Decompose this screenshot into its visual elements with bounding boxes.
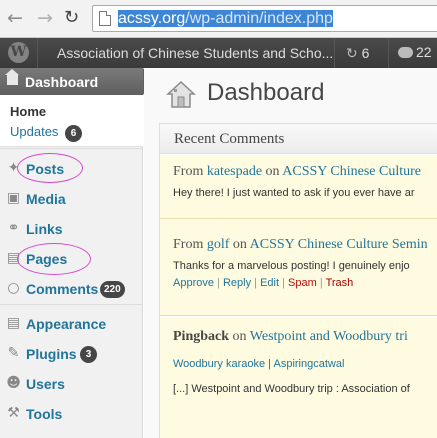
menu-comments[interactable]: ○ Comments 220 bbox=[0, 276, 143, 304]
wordpress-logo-icon[interactable]: W bbox=[8, 42, 29, 63]
reload-icon[interactable]: ↻ bbox=[64, 8, 79, 28]
comment-item: From golf on ACSSY Chinese Culture Semin… bbox=[160, 220, 437, 316]
menu-links[interactable]: ⚭ Links bbox=[0, 216, 143, 244]
submenu-updates[interactable]: Updates 6 bbox=[10, 124, 83, 142]
users-icon: ☻ bbox=[6, 375, 21, 391]
reply-link[interactable]: Reply bbox=[223, 277, 251, 289]
action-separator: | bbox=[217, 277, 220, 289]
menu-media[interactable]: ▣ Media bbox=[0, 186, 143, 214]
plugins-count-badge: 3 bbox=[80, 346, 97, 363]
menu-users-label: Users bbox=[26, 376, 65, 392]
menu-appearance[interactable]: ▤ Appearance bbox=[0, 311, 143, 339]
updates-count-badge: 6 bbox=[65, 125, 83, 142]
comment-on: on bbox=[265, 164, 280, 179]
comment-post-link[interactable]: Westpoint and Woodbury tri bbox=[250, 329, 408, 344]
menu-tools-label: Tools bbox=[26, 406, 63, 422]
recent-comments-widget: Recent Comments From katespade on ACSSY … bbox=[159, 123, 437, 438]
widget-title: Recent Comments bbox=[174, 131, 285, 147]
comment-post-link[interactable]: ACSSY Chinese Culture Semin bbox=[250, 237, 428, 252]
comment-from: From bbox=[173, 237, 204, 252]
plugins-icon: ✎ bbox=[7, 345, 20, 361]
comment-excerpt: Thanks for a marvelous posting! I genuin… bbox=[173, 260, 410, 272]
admin-sidebar: Dashboard Home Updates 6 ✦ Posts ▣ Media… bbox=[0, 68, 143, 438]
page-icon bbox=[99, 11, 111, 26]
comment-post-link[interactable]: ACSSY Chinese Culture bbox=[282, 164, 421, 179]
menu-separator bbox=[0, 304, 143, 305]
comment-on: on bbox=[232, 329, 247, 344]
comment-excerpt: [...] Westpoint and Woodbury trip : Asso… bbox=[173, 383, 410, 395]
menu-appearance-label: Appearance bbox=[26, 316, 107, 332]
comment-from: From bbox=[173, 164, 204, 179]
page-title: Dashboard bbox=[207, 79, 325, 106]
back-arrow-icon[interactable]: ← bbox=[7, 8, 23, 28]
trash-link[interactable]: Trash bbox=[326, 277, 354, 289]
url-path: /wp-admin/index.php bbox=[185, 10, 333, 27]
action-separator: | bbox=[282, 277, 285, 289]
divider bbox=[334, 38, 335, 68]
divider bbox=[37, 38, 38, 68]
action-separator: | bbox=[319, 277, 323, 289]
comment-item: From katespade on ACSSY Chinese Culture … bbox=[160, 155, 437, 219]
admin-bar-comments[interactable]: 22 bbox=[398, 44, 432, 60]
comment-row-actions: Approve | Reply | Edit | Spam | Trash bbox=[173, 277, 353, 289]
spam-link[interactable]: Spam bbox=[288, 277, 317, 289]
pingback-item: Pingback on Westpoint and Woodbury tri W… bbox=[160, 317, 437, 438]
admin-bar-updates[interactable]: ↻ 6 bbox=[346, 45, 369, 62]
menu-dashboard[interactable]: Dashboard bbox=[0, 68, 143, 95]
admin-bar: W Association of Chinese Students and Sc… bbox=[0, 38, 437, 68]
edit-link[interactable]: Edit bbox=[260, 277, 279, 289]
forward-arrow-icon[interactable]: → bbox=[37, 8, 53, 28]
action-separator: | bbox=[254, 277, 258, 289]
comment-author-link[interactable]: golf bbox=[207, 237, 230, 252]
menu-dashboard-label: Dashboard bbox=[25, 74, 99, 90]
menu-tools[interactable]: ⚒ Tools bbox=[0, 401, 143, 429]
approve-link[interactable]: Approve bbox=[173, 277, 214, 289]
media-icon: ▣ bbox=[6, 190, 21, 206]
menu-comments-label: Comments bbox=[26, 281, 99, 297]
comment-on: on bbox=[232, 237, 247, 252]
updates-count: 6 bbox=[361, 45, 370, 61]
dashboard-submenu: Home Updates 6 bbox=[0, 95, 143, 147]
pingback-meta: Pingback on Westpoint and Woodbury tri bbox=[173, 329, 408, 345]
comments-count: 22 bbox=[416, 44, 432, 60]
comments-icon: ○ bbox=[7, 280, 20, 296]
links-icon: ⚭ bbox=[7, 220, 20, 236]
menu-plugins[interactable]: ✎ Plugins 3 bbox=[0, 341, 143, 369]
menu-links-label: Links bbox=[26, 221, 63, 237]
menu-separator bbox=[0, 148, 143, 149]
comment-excerpt: Hey there! I just wanted to ask if you e… bbox=[173, 187, 415, 199]
appearance-icon: ▤ bbox=[6, 315, 21, 331]
house-icon bbox=[166, 80, 196, 108]
menu-media-label: Media bbox=[26, 191, 66, 207]
highlight-circle-pages bbox=[17, 243, 91, 275]
comment-bubble-icon bbox=[398, 47, 413, 58]
home-icon bbox=[5, 69, 19, 85]
comments-count-badge: 220 bbox=[100, 281, 125, 298]
menu-users[interactable]: ☻ Users bbox=[0, 371, 143, 399]
comment-meta: From golf on ACSSY Chinese Culture Semin bbox=[173, 237, 428, 253]
main-content: Dashboard Recent Comments From katespade… bbox=[144, 68, 437, 438]
browser-toolbar: ← → ↻ acssy.org/wp-admin/index.php bbox=[0, 0, 437, 38]
url-domain: acssy.org bbox=[118, 10, 186, 27]
widget-header[interactable]: Recent Comments bbox=[160, 124, 437, 154]
tools-icon: ⚒ bbox=[7, 405, 20, 421]
divider bbox=[388, 38, 389, 68]
pingback-source-link[interactable]: Woodbury karaoke | Aspiringcatwal bbox=[173, 358, 344, 370]
url-text[interactable]: acssy.org/wp-admin/index.php bbox=[118, 10, 333, 28]
pingback-label: Pingback bbox=[173, 329, 230, 344]
submenu-home[interactable]: Home bbox=[10, 104, 46, 119]
updates-icon: ↻ bbox=[346, 46, 358, 62]
site-name-link[interactable]: Association of Chinese Students and Scho… bbox=[57, 45, 333, 61]
comment-author-link[interactable]: katespade bbox=[207, 164, 262, 179]
address-bar[interactable]: acssy.org/wp-admin/index.php bbox=[92, 5, 437, 32]
highlight-circle-posts bbox=[17, 153, 83, 183]
menu-plugins-label: Plugins bbox=[26, 346, 77, 362]
submenu-updates-label: Updates bbox=[10, 124, 59, 139]
comment-meta: From katespade on ACSSY Chinese Culture bbox=[173, 164, 421, 180]
